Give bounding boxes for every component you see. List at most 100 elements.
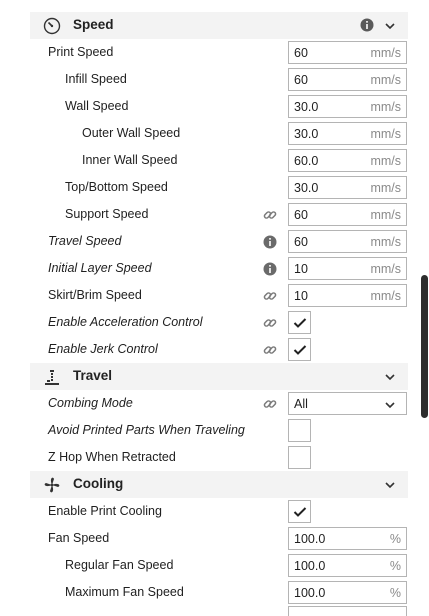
select-value: All bbox=[294, 397, 308, 411]
setting-label: Initial Layer Speed bbox=[48, 261, 152, 275]
initial-layer-speed-input[interactable]: 10 mm/s bbox=[288, 257, 407, 280]
field-unit: mm/s bbox=[370, 46, 401, 60]
travel-speed-row: Travel Speed 60 mm/s bbox=[30, 228, 408, 255]
travel-speed-input[interactable]: 60 mm/s bbox=[288, 230, 407, 253]
field-value: 30.0 bbox=[294, 181, 319, 195]
cooling-section-title: Cooling bbox=[73, 476, 124, 491]
outer-wall-speed-row: Outer Wall Speed 30.0 mm/s bbox=[30, 120, 408, 147]
setting-label: Enable Print Cooling bbox=[48, 504, 162, 518]
print-speed-row: Print Speed 60 mm/s bbox=[30, 39, 408, 66]
wall-speed-input[interactable]: 30.0 mm/s bbox=[288, 95, 407, 118]
field-value: 60 bbox=[294, 208, 308, 222]
field-value: 100.0 bbox=[294, 532, 326, 546]
field-unit: mm/s bbox=[370, 181, 401, 195]
link-icon[interactable] bbox=[263, 343, 277, 357]
skirt-brim-speed-input[interactable]: 10 mm/s bbox=[288, 284, 407, 307]
field-value: 60 bbox=[294, 235, 308, 249]
z-hop-when-retracted-row: Z Hop When Retracted bbox=[30, 444, 408, 471]
field-value: 10 bbox=[294, 262, 308, 276]
field-value: 60 bbox=[294, 46, 308, 60]
enable-print-cooling-checkbox[interactable] bbox=[288, 500, 311, 523]
top-bottom-speed-input[interactable]: 30.0 mm/s bbox=[288, 176, 407, 199]
setting-label: Fan Speed bbox=[48, 531, 110, 545]
setting-label: Enable Jerk Control bbox=[48, 342, 158, 356]
setting-label: Skirt/Brim Speed bbox=[48, 288, 142, 302]
field-unit: mm/s bbox=[370, 100, 401, 114]
setting-label: Combing Mode bbox=[48, 396, 133, 410]
top-bottom-speed-row: Top/Bottom Speed 30.0 mm/s bbox=[30, 174, 408, 201]
outer-wall-speed-input[interactable]: 30.0 mm/s bbox=[288, 122, 407, 145]
setting-label: Wall Speed bbox=[65, 99, 129, 113]
field-unit: mm/s bbox=[370, 208, 401, 222]
skirt-brim-speed-row: Skirt/Brim Speed 10 mm/s bbox=[30, 282, 408, 309]
fan-speed-input[interactable]: 100.0 % bbox=[288, 527, 407, 550]
field-unit: mm/s bbox=[370, 154, 401, 168]
field-unit: mm/s bbox=[370, 262, 401, 276]
link-icon[interactable] bbox=[263, 316, 277, 330]
inner-wall-speed-input[interactable]: 60.0 mm/s bbox=[288, 149, 407, 172]
setting-label: Print Speed bbox=[48, 45, 114, 59]
avoid-printed-parts-checkbox[interactable] bbox=[288, 419, 311, 442]
enable-jerk-control-row: Enable Jerk Control bbox=[30, 336, 408, 363]
info-icon[interactable] bbox=[263, 235, 277, 249]
wall-speed-row: Wall Speed 30.0 mm/s bbox=[30, 93, 408, 120]
setting-label: Infill Speed bbox=[65, 72, 127, 86]
field-value: 60.0 bbox=[294, 154, 319, 168]
print-settings-panel: Speed Print Speed 60 mm/s Infill Speed 6… bbox=[0, 0, 429, 616]
initial-layer-speed-row: Initial Layer Speed 10 mm/s bbox=[30, 255, 408, 282]
link-icon[interactable] bbox=[263, 289, 277, 303]
checkmark-icon bbox=[293, 345, 307, 355]
travel-section-title: Travel bbox=[73, 368, 113, 383]
setting-label: Support Speed bbox=[65, 207, 149, 221]
regular-fan-speed-input[interactable]: 100.0 % bbox=[288, 554, 407, 577]
z-hop-when-retracted-checkbox[interactable] bbox=[288, 446, 311, 469]
link-icon[interactable] bbox=[263, 397, 277, 411]
enable-jerk-control-checkbox[interactable] bbox=[288, 338, 311, 361]
support-speed-row: Support Speed 60 mm/s bbox=[30, 201, 408, 228]
setting-label: Enable Acceleration Control bbox=[48, 315, 203, 329]
setting-label: Top/Bottom Speed bbox=[65, 180, 168, 194]
field-unit: mm/s bbox=[370, 235, 401, 249]
combing-mode-row: Combing Mode All bbox=[30, 390, 408, 417]
field-unit: % bbox=[389, 586, 401, 600]
setting-label: Avoid Printed Parts When Traveling bbox=[48, 423, 245, 437]
travel-icon bbox=[42, 367, 62, 387]
print-speed-input[interactable]: 60 mm/s bbox=[288, 41, 407, 64]
maximum-fan-speed-input[interactable]: 100.0 % bbox=[288, 581, 407, 604]
combing-mode-select[interactable]: All bbox=[288, 392, 407, 415]
infill-speed-row: Infill Speed 60 mm/s bbox=[30, 66, 408, 93]
field-unit: % bbox=[389, 532, 401, 546]
speedometer-icon bbox=[42, 16, 62, 36]
chevron-down-icon[interactable] bbox=[384, 20, 396, 32]
fan-speed-row: Fan Speed 100.0 % bbox=[30, 525, 408, 552]
speed-section-header[interactable]: Speed bbox=[30, 12, 408, 39]
checkmark-icon bbox=[293, 507, 307, 517]
inner-wall-speed-row: Inner Wall Speed 60.0 mm/s bbox=[30, 147, 408, 174]
checkmark-icon bbox=[293, 318, 307, 328]
enable-print-cooling-row: Enable Print Cooling bbox=[30, 498, 408, 525]
link-icon[interactable] bbox=[263, 208, 277, 222]
maximum-fan-speed-row: Maximum Fan Speed 100.0 % bbox=[30, 579, 408, 606]
setting-label: Travel Speed bbox=[48, 234, 122, 248]
setting-label: Z Hop When Retracted bbox=[48, 450, 176, 464]
field-unit: mm/s bbox=[370, 73, 401, 87]
chevron-down-icon[interactable] bbox=[384, 479, 396, 491]
cooling-section-header[interactable]: Cooling bbox=[30, 471, 408, 498]
speed-section-title: Speed bbox=[73, 17, 114, 32]
avoid-printed-parts-row: Avoid Printed Parts When Traveling bbox=[30, 417, 408, 444]
support-speed-input[interactable]: 60 mm/s bbox=[288, 203, 407, 226]
enable-acceleration-control-row: Enable Acceleration Control bbox=[30, 309, 408, 336]
chevron-down-icon[interactable] bbox=[384, 371, 396, 383]
info-icon[interactable] bbox=[360, 18, 374, 32]
next-setting-input-partial[interactable] bbox=[288, 606, 407, 616]
enable-acceleration-control-checkbox[interactable] bbox=[288, 311, 311, 334]
travel-section-header[interactable]: Travel bbox=[30, 363, 408, 390]
field-unit: % bbox=[389, 559, 401, 573]
infill-speed-input[interactable]: 60 mm/s bbox=[288, 68, 407, 91]
info-icon[interactable] bbox=[263, 262, 277, 276]
field-value: 30.0 bbox=[294, 127, 319, 141]
vertical-scrollbar-thumb[interactable] bbox=[421, 275, 428, 418]
setting-label: Maximum Fan Speed bbox=[65, 585, 184, 599]
setting-label: Outer Wall Speed bbox=[82, 126, 181, 140]
field-value: 100.0 bbox=[294, 559, 326, 573]
